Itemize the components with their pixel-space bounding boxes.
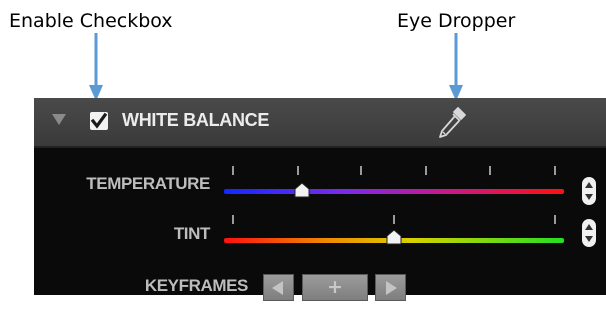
tick-mark bbox=[554, 166, 556, 175]
panel-header: WHITE BALANCE bbox=[34, 98, 606, 148]
previous-keyframe-button[interactable] bbox=[263, 274, 294, 301]
stepper-up-icon[interactable] bbox=[585, 224, 593, 230]
enable-checkbox[interactable] bbox=[90, 112, 108, 130]
tick-mark bbox=[232, 215, 234, 224]
triangle-left-icon bbox=[272, 281, 283, 295]
tint-ticks bbox=[224, 215, 564, 225]
temperature-slider-thumb[interactable] bbox=[292, 182, 312, 198]
tick-mark bbox=[297, 166, 299, 175]
next-keyframe-button[interactable] bbox=[375, 274, 406, 301]
triangle-right-icon bbox=[386, 281, 397, 295]
checkmark-icon bbox=[90, 112, 108, 129]
panel-title: WHITE BALANCE bbox=[122, 110, 270, 130]
tick-mark bbox=[393, 215, 395, 224]
enable-checkbox-callout: Enable Checkbox bbox=[9, 10, 173, 32]
callout-arrow-eyedropper bbox=[449, 33, 463, 101]
stepper-down-icon[interactable] bbox=[585, 194, 593, 200]
white-balance-panel: WHITE BALANCE TEMPERATURE TINT KEYFRAMES… bbox=[34, 98, 606, 301]
keyframes-label: KEYFRAMES bbox=[144, 276, 249, 295]
tick-mark bbox=[232, 166, 234, 175]
temperature-slider-track[interactable] bbox=[224, 189, 564, 194]
tick-mark bbox=[425, 166, 427, 175]
disclosure-triangle-icon[interactable] bbox=[52, 114, 66, 125]
callout-arrow-checkbox bbox=[89, 33, 103, 101]
add-keyframe-button[interactable]: + bbox=[302, 274, 368, 301]
temperature-stepper[interactable] bbox=[582, 177, 596, 205]
eye-dropper-callout: Eye Dropper bbox=[397, 10, 516, 32]
tint-slider-thumb[interactable] bbox=[384, 229, 404, 245]
temperature-ticks bbox=[224, 166, 564, 176]
stepper-down-icon[interactable] bbox=[585, 236, 593, 242]
tick-mark bbox=[489, 166, 491, 175]
plus-icon: + bbox=[327, 276, 343, 298]
tint-stepper[interactable] bbox=[582, 219, 596, 247]
stepper-up-icon[interactable] bbox=[585, 182, 593, 188]
tick-mark bbox=[554, 215, 556, 224]
tint-label: TINT bbox=[173, 224, 211, 243]
eyedropper-icon[interactable] bbox=[434, 104, 470, 142]
temperature-label: TEMPERATURE bbox=[86, 174, 210, 193]
tick-mark bbox=[360, 166, 362, 175]
